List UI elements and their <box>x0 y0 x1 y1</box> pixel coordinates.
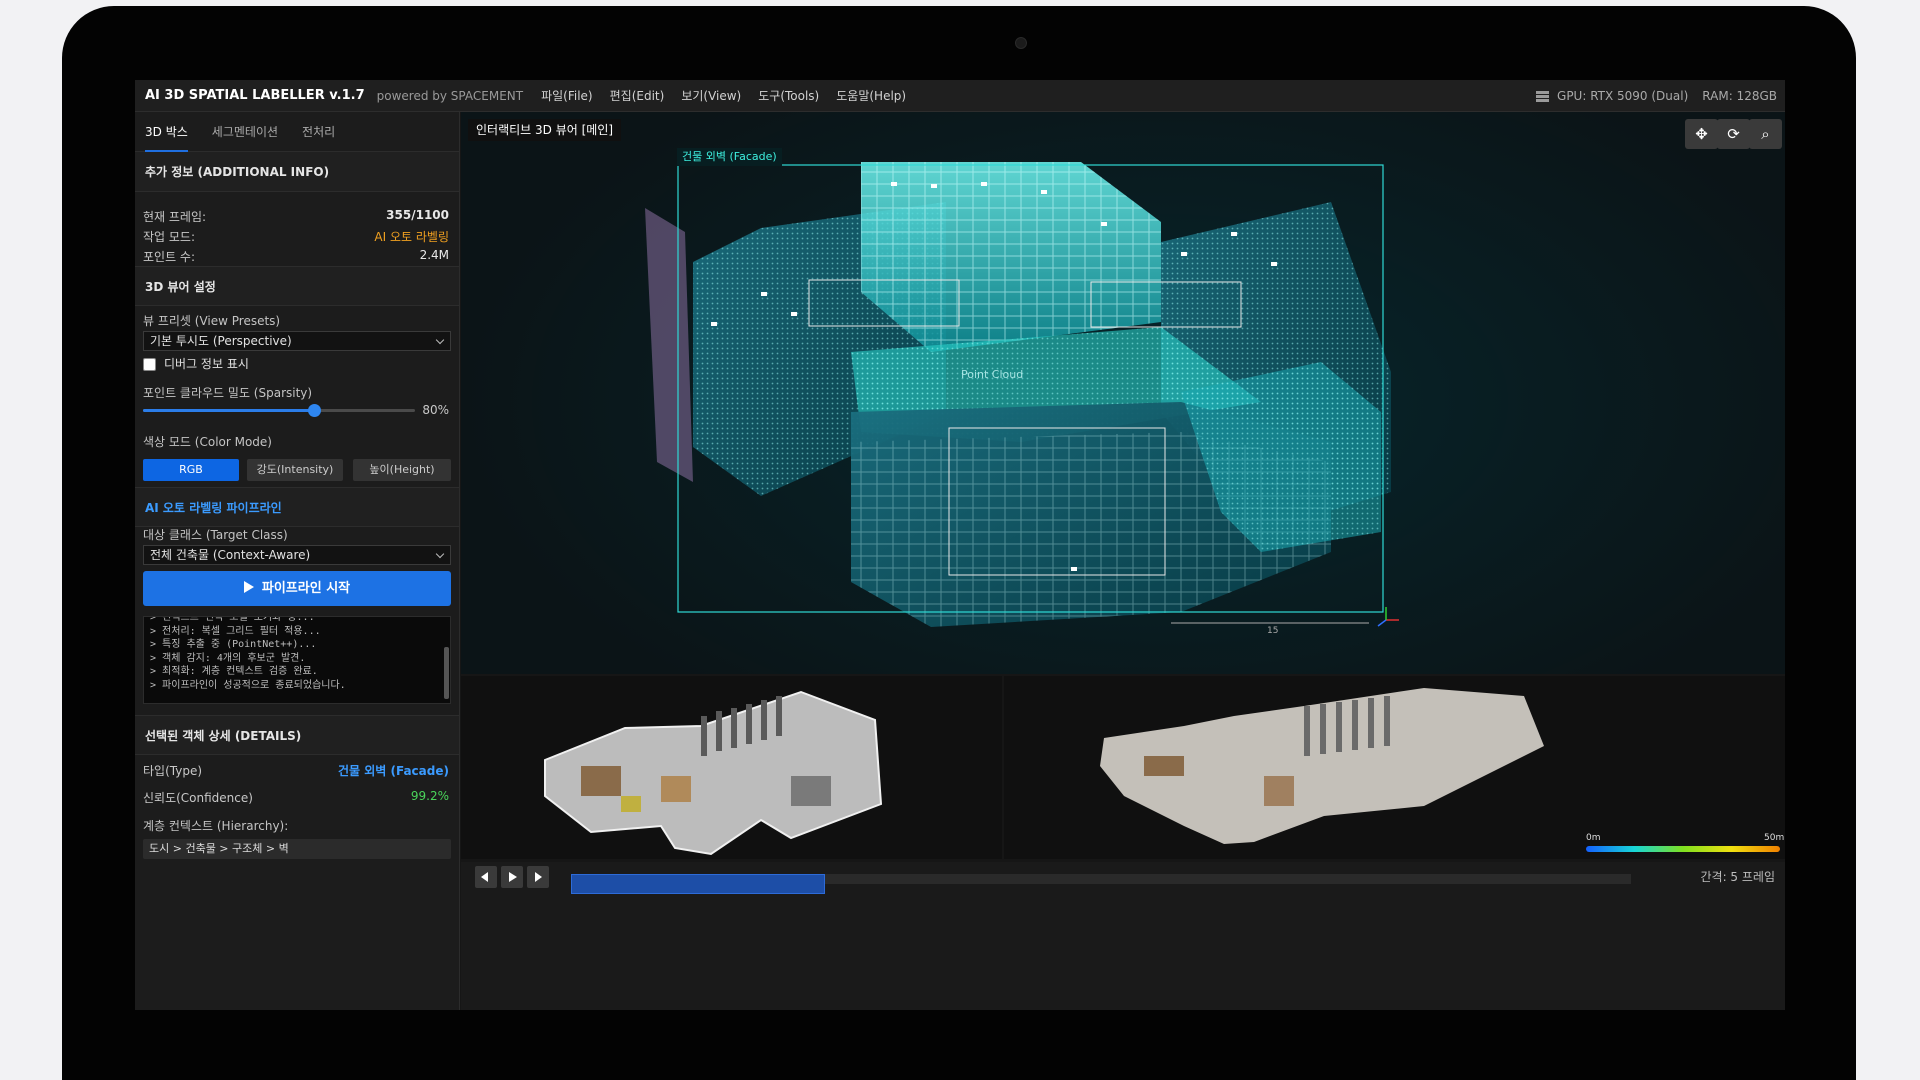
points-label: 포인트 수: <box>143 250 196 264</box>
play-icon <box>509 872 517 882</box>
hierarchy-path: 도시 > 건축물 > 구조체 > 벽 <box>143 839 451 859</box>
pipeline-header: AI 오토 라벨링 파이프라인 <box>135 487 459 527</box>
debug-toggle-row: 디버그 정보 표시 <box>143 355 249 372</box>
target-class-value: 전체 건축물 (Context-Aware) <box>150 548 311 562</box>
system-info: GPU: RTX 5090 (Dual) RAM: 128GB <box>1536 80 1777 112</box>
frame-interval: 간격: 5 프레임 <box>1700 870 1775 884</box>
confidence-label: 신뢰도(Confidence) <box>143 791 253 805</box>
viewer-title: 인터랙티브 3D 뷰어 [메인] <box>468 119 622 141</box>
additional-info-header: 추가 정보 (ADDITIONAL INFO) <box>135 152 459 192</box>
menu-help[interactable]: 도움말(Help) <box>836 87 906 104</box>
preset-label: 뷰 프리셋 (View Presets) <box>143 314 281 328</box>
viewer-settings-header: 3D 뷰어 설정 <box>135 266 459 306</box>
frame-row: 현재 프레임: 355/1100 <box>143 208 449 225</box>
tab-preprocessing[interactable]: 전처리 <box>302 112 335 152</box>
move-icon: ✥ <box>1695 125 1708 143</box>
skip-back-icon <box>481 872 488 882</box>
facade-tag: 건물 외벽 (Facade) <box>677 148 782 166</box>
menu-edit[interactable]: 편집(Edit) <box>610 87 665 104</box>
powered-by: powered by SPACEMENT <box>376 88 524 103</box>
skip-forward-button[interactable] <box>527 866 549 888</box>
menu-view[interactable]: 보기(View) <box>681 87 741 104</box>
menu-tools[interactable]: 도구(Tools) <box>758 87 819 104</box>
legend-max: 50m <box>1764 833 1785 843</box>
app-window: AI 3D SPATIAL LABELLER v.1.7 powered by … <box>135 80 1785 1010</box>
color-mode-intensity-button[interactable]: 강도(Intensity) <box>247 459 343 481</box>
scale-label: 15 <box>1267 626 1279 636</box>
refresh-icon: ⟳ <box>1727 125 1740 143</box>
color-mode-label: 색상 모드 (Color Mode) <box>143 435 272 449</box>
frame-label: 현재 프레임: <box>143 210 207 224</box>
point-cloud-label: Point Cloud <box>961 368 1023 381</box>
chevron-down-icon <box>435 335 445 345</box>
refresh-tool-button[interactable]: ⟳ <box>1717 119 1750 149</box>
timeline-bar: 간격: 5 프레임 <box>461 862 1785 1010</box>
density-slider[interactable] <box>143 404 415 417</box>
view-preset-select[interactable]: 기본 투시도 (Perspective) <box>143 331 451 351</box>
pipeline-log[interactable]: > 컨텍스트 인식 모델 초기화 중... > 전처리: 복셀 그리드 필터 적… <box>143 616 451 704</box>
type-row: 타입(Type) 건물 외벽 (Facade) <box>143 762 449 779</box>
mode-label: 작업 모드: <box>143 230 196 244</box>
legend-min: 0m <box>1586 833 1601 843</box>
skip-back-button[interactable] <box>475 866 497 888</box>
pipeline-log-text: > 컨텍스트 인식 모델 초기화 중... > 전처리: 복셀 그리드 필터 적… <box>150 616 346 691</box>
target-class-label: 대상 클래스 (Target Class) <box>143 528 288 542</box>
confidence-value: 99.2% <box>410 789 449 803</box>
debug-checkbox[interactable] <box>143 358 156 371</box>
play-icon <box>243 581 254 593</box>
color-mode-rgb-button[interactable]: RGB <box>143 459 239 481</box>
start-pipeline-button[interactable]: 파이프라인 시작 <box>143 571 451 606</box>
height-legend-gradient <box>1586 846 1780 852</box>
server-icon <box>1536 90 1550 102</box>
density-slider-fill <box>143 409 315 412</box>
menu-file[interactable]: 파일(File) <box>541 87 593 104</box>
skip-forward-icon <box>535 872 542 882</box>
target-class-select[interactable]: 전체 건축물 (Context-Aware) <box>143 545 451 565</box>
color-mode-height-button[interactable]: 높이(Height) <box>353 459 451 481</box>
chevron-down-icon <box>435 549 445 559</box>
mode-value: AI 오토 라벨링 <box>374 230 449 244</box>
log-scrollbar[interactable] <box>444 647 449 699</box>
top-view-map[interactable]: 0m 50m <box>1004 676 1785 859</box>
type-label: 타입(Type) <box>143 764 203 778</box>
type-value: 건물 외벽 (Facade) <box>337 764 449 778</box>
floorplan-3d-view[interactable] <box>461 676 1002 859</box>
move-tool-button[interactable]: ✥ <box>1685 119 1718 149</box>
mode-row: 작업 모드: AI 오토 라벨링 <box>143 228 449 245</box>
density-slider-thumb[interactable] <box>308 404 322 417</box>
gpu-info: GPU: RTX 5090 (Dual) <box>1557 89 1689 103</box>
tab-bar: 3D 박스 세그멘테이션 전처리 <box>135 112 459 152</box>
roof-grid <box>861 162 1161 352</box>
debug-label: 디버그 정보 표시 <box>164 357 249 371</box>
frame-value: 355/1100 <box>386 208 449 222</box>
timeline-progress[interactable] <box>571 874 826 894</box>
density-label: 포인트 클라우드 밀도 (Sparsity) <box>143 386 313 400</box>
tab-3d-box[interactable]: 3D 박스 <box>145 112 188 152</box>
point-cloud-scene: Point Cloud <box>645 162 1399 627</box>
ram-info: RAM: 128GB <box>1702 89 1777 103</box>
camera-dot <box>1015 37 1027 49</box>
points-value: 2.4M <box>419 248 449 262</box>
app-title: AI 3D SPATIAL LABELLER v.1.7 <box>145 88 365 103</box>
left-panel: 3D 박스 세그멘테이션 전처리 추가 정보 (ADDITIONAL INFO)… <box>135 112 460 1010</box>
main-3d-viewer[interactable]: Point Cloud 인터랙티브 3D 뷰어 [메인] 건물 외벽 (Faca… <box>461 112 1785 674</box>
start-pipeline-label: 파이프라인 시작 <box>261 581 351 596</box>
points-row: 포인트 수: 2.4M <box>143 248 449 265</box>
timeline-track[interactable] <box>571 874 1631 894</box>
axis-z <box>1377 619 1387 627</box>
zoom-tool-button[interactable]: ⌕ <box>1749 119 1782 149</box>
zoom-icon: ⌕ <box>1761 125 1770 143</box>
hierarchy-label: 계층 컨텍스트 (Hierarchy): <box>143 819 289 833</box>
density-value: 80% <box>422 403 449 417</box>
view-preset-value: 기본 투시도 (Perspective) <box>150 334 292 348</box>
floorplan-3d-scene <box>544 690 883 856</box>
left-tower <box>645 208 693 482</box>
tab-segmentation[interactable]: 세그멘테이션 <box>212 112 278 152</box>
details-header: 선택된 객체 상세 (DETAILS) <box>135 715 459 755</box>
menu-bar: AI 3D SPATIAL LABELLER v.1.7 powered by … <box>135 80 1785 112</box>
confidence-row: 신뢰도(Confidence) 99.2% <box>143 789 449 806</box>
play-button[interactable] <box>501 866 523 888</box>
top-view-scene <box>1100 688 1544 844</box>
